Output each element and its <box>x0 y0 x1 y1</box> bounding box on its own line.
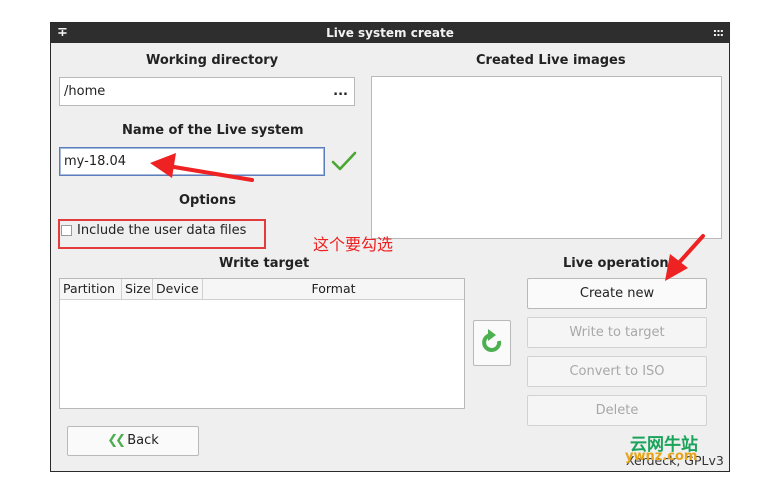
annotation-arrows <box>150 153 705 281</box>
watermark-url: ywnz.com <box>625 449 698 464</box>
